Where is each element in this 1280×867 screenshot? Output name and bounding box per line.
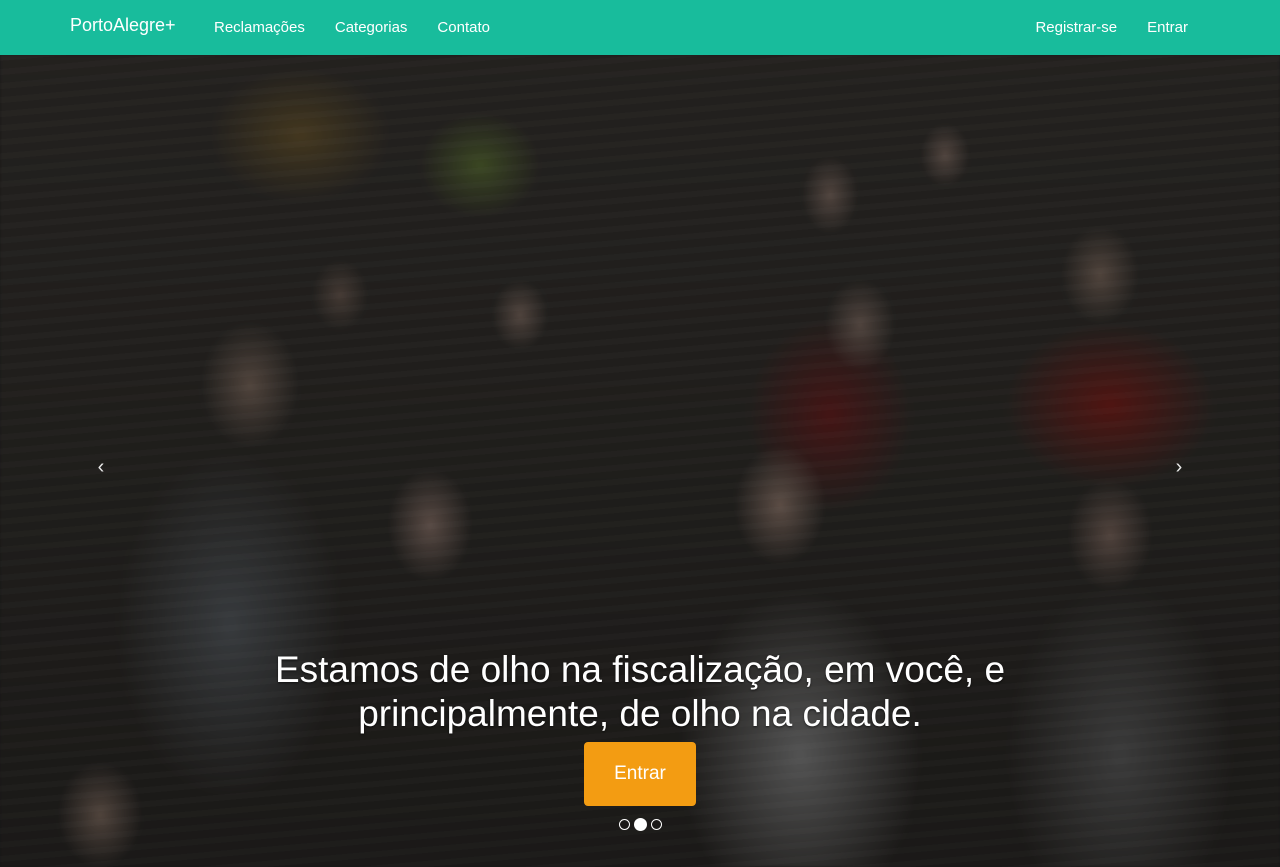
nav-link-registrar[interactable]: Registrar-se: [1020, 0, 1132, 55]
nav-link-contato[interactable]: Contato: [422, 0, 505, 55]
carousel-indicator-2[interactable]: [633, 818, 647, 831]
carousel-indicator-3[interactable]: [650, 819, 662, 830]
carousel-indicators: [0, 818, 1280, 831]
nav-link-categorias[interactable]: Categorias: [320, 0, 423, 55]
carousel-prev-button[interactable]: ‹: [86, 447, 116, 487]
carousel-next-button[interactable]: ›: [1164, 447, 1194, 487]
hero-entrar-button[interactable]: Entrar: [584, 742, 696, 806]
nav-right: Registrar-se Entrar: [1020, 0, 1203, 55]
hero-carousel: ‹ › Estamos de olho na fiscalização, em …: [0, 55, 1280, 867]
brand-link[interactable]: PortoAlegre+: [70, 14, 176, 36]
nav-left: Reclamações Categorias Contato: [199, 0, 505, 55]
navbar: PortoAlegre+ Reclamações Categorias Cont…: [0, 0, 1280, 55]
carousel-indicator-1[interactable]: [618, 819, 630, 830]
nav-link-reclamacoes[interactable]: Reclamações: [199, 0, 320, 55]
hero-caption: Estamos de olho na fiscalização, em você…: [274, 649, 1006, 734]
nav-link-entrar[interactable]: Entrar: [1132, 0, 1203, 55]
